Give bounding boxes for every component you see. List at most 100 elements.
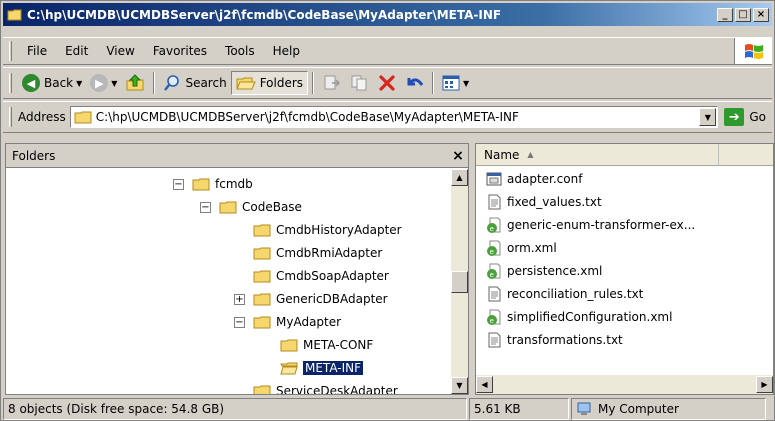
search-button[interactable]: Search — [159, 71, 230, 95]
menu-favorites[interactable]: Favorites — [144, 42, 216, 60]
xml-file-icon: e — [487, 240, 501, 256]
folders-button[interactable]: Folders — [230, 71, 309, 95]
tree-node-genericdbadapter[interactable]: + GenericDBAdapter — [234, 289, 388, 309]
undo-button[interactable] — [400, 71, 428, 95]
file-name: persistence.xml — [507, 263, 603, 278]
scroll-up-button[interactable]: ▲ — [451, 169, 468, 186]
tree-node-label: GenericDBAdapter — [276, 292, 388, 306]
scroll-right-button[interactable]: ▶ — [756, 376, 773, 393]
toolbar-separator — [312, 72, 315, 94]
collapse-toggle[interactable]: − — [234, 316, 245, 328]
tree-node-cmdbhistoryadapter[interactable]: CmdbHistoryAdapter — [253, 220, 402, 240]
scroll-down-button[interactable]: ▼ — [451, 377, 468, 394]
forward-button[interactable]: ▶ ▼ — [86, 71, 121, 95]
file-item[interactable]: reconciliation_rules.txt — [476, 282, 773, 305]
folders-label: Folders — [259, 76, 304, 90]
views-button[interactable]: ▼ — [438, 71, 473, 95]
tree-node-label: CmdbSoapAdapter — [276, 269, 389, 283]
copy-to-button[interactable] — [346, 71, 374, 95]
menu-file[interactable]: File — [18, 42, 56, 60]
folder-icon — [219, 201, 237, 214]
open-folder-icon — [280, 362, 298, 375]
window-title: C:\hp\UCMDB\UCMDBServer\j2f\fcmdb\CodeBa… — [27, 7, 502, 22]
file-item[interactable]: fixed_values.txt — [476, 190, 773, 213]
toolbar-grip[interactable] — [9, 73, 12, 93]
file-item[interactable]: transformations.txt — [476, 328, 773, 351]
menu-view[interactable]: View — [97, 42, 143, 60]
file-item[interactable]: e generic-enum-transformer-ex... — [476, 213, 773, 236]
tree-node-fcmdb[interactable]: − fcmdb — [173, 174, 253, 194]
up-folder-button[interactable] — [121, 71, 149, 95]
tree-node-myadapter[interactable]: − MyAdapter — [234, 312, 341, 332]
go-button[interactable]: ➔ Go — [718, 108, 772, 126]
file-item[interactable]: e persistence.xml — [476, 259, 773, 282]
menu-edit[interactable]: Edit — [56, 42, 97, 60]
my-computer-icon — [577, 402, 591, 415]
folders-pane-title: Folders — [12, 148, 56, 163]
menu-grip[interactable] — [9, 41, 12, 61]
chevron-down-icon[interactable]: ▼ — [463, 79, 469, 88]
close-folders-pane-button[interactable]: × — [448, 148, 468, 164]
file-name: reconciliation_rules.txt — [507, 286, 644, 301]
file-name: simplifiedConfiguration.xml — [507, 309, 673, 324]
address-grip[interactable] — [9, 107, 12, 127]
minimize-button[interactable]: _ — [717, 7, 733, 22]
text-file-icon — [488, 194, 501, 209]
back-button[interactable]: ◀ Back ▼ — [18, 71, 86, 95]
chevron-down-icon[interactable]: ▼ — [76, 79, 82, 88]
chevron-down-icon[interactable]: ▼ — [111, 79, 117, 88]
title-bar[interactable]: C:\hp\UCMDB\UCMDBServer\j2f\fcmdb\CodeBa… — [3, 3, 772, 26]
text-file-icon — [488, 332, 501, 347]
folder-icon — [253, 293, 271, 306]
file-list-pane: Name ▲ adapter.conf fixed_values.txt e g… — [475, 143, 774, 395]
collapse-toggle[interactable]: − — [173, 178, 184, 190]
delete-button[interactable] — [374, 71, 400, 95]
menu-tools[interactable]: Tools — [216, 42, 264, 60]
move-to-button[interactable] — [318, 71, 346, 95]
tree-node-label: CodeBase — [242, 200, 302, 214]
scroll-thumb[interactable] — [451, 271, 468, 293]
svg-text:e: e — [490, 271, 494, 279]
status-bar: 8 objects (Disk free space: 54.8 GB) 5.6… — [3, 398, 772, 420]
status-object-count: 8 objects (Disk free space: 54.8 GB) — [3, 398, 467, 420]
name-column-header[interactable]: Name ▲ — [476, 144, 719, 165]
tree-node-meta-inf[interactable]: META-INF — [280, 358, 364, 378]
up-folder-icon — [126, 74, 144, 91]
file-item[interactable]: e simplifiedConfiguration.xml — [476, 305, 773, 328]
config-file-icon — [486, 172, 502, 185]
tree-node-servicedeskadapter[interactable]: ServiceDeskAdapter — [253, 381, 398, 394]
views-icon — [442, 75, 460, 91]
tree-node-label: CmdbRmiAdapter — [276, 246, 383, 260]
address-label: Address — [18, 110, 66, 124]
delete-icon — [379, 75, 395, 91]
file-item[interactable]: e orm.xml — [476, 236, 773, 259]
menu-help[interactable]: Help — [264, 42, 309, 60]
address-dropdown-button[interactable]: ▼ — [699, 108, 717, 126]
explorer-window: C:\hp\UCMDB\UCMDBServer\j2f\fcmdb\CodeBa… — [0, 0, 775, 421]
expand-toggle[interactable]: + — [234, 293, 245, 305]
tree-node-cmdbrmiadapter[interactable]: CmdbRmiAdapter — [253, 243, 382, 263]
svg-text:e: e — [490, 248, 494, 256]
files-horizontal-scrollbar[interactable]: ◀ ▶ — [476, 375, 773, 394]
tree-node-codebase[interactable]: − CodeBase — [200, 197, 302, 217]
copy-to-icon — [351, 75, 367, 91]
open-folder-icon — [253, 316, 271, 329]
folders-pane: Folders × − fcmdb − CodeBase CmdbHistory… — [5, 143, 469, 395]
tree-node-label: CmdbHistoryAdapter — [276, 223, 402, 237]
address-input[interactable]: C:\hp\UCMDB\UCMDBServer\j2f\fcmdb\CodeBa… — [69, 106, 719, 128]
tree-node-cmdbsoapadapter[interactable]: CmdbSoapAdapter — [253, 266, 389, 286]
undo-icon — [407, 78, 424, 86]
tree-node-meta-conf[interactable]: META-CONF — [280, 335, 373, 355]
file-name: adapter.conf — [507, 171, 583, 186]
windows-logo-icon — [734, 38, 772, 64]
scroll-left-button[interactable]: ◀ — [476, 376, 493, 393]
collapse-toggle[interactable]: − — [200, 201, 211, 213]
go-label: Go — [749, 110, 766, 124]
maximize-button[interactable]: □ — [735, 7, 751, 22]
xml-file-icon: e — [487, 263, 501, 279]
folders-vertical-scrollbar[interactable]: ▲ ▼ — [451, 169, 468, 394]
back-label: Back — [44, 76, 74, 90]
file-item[interactable]: adapter.conf — [476, 167, 773, 190]
close-button[interactable]: × — [753, 7, 769, 22]
file-name: generic-enum-transformer-ex... — [507, 217, 696, 232]
